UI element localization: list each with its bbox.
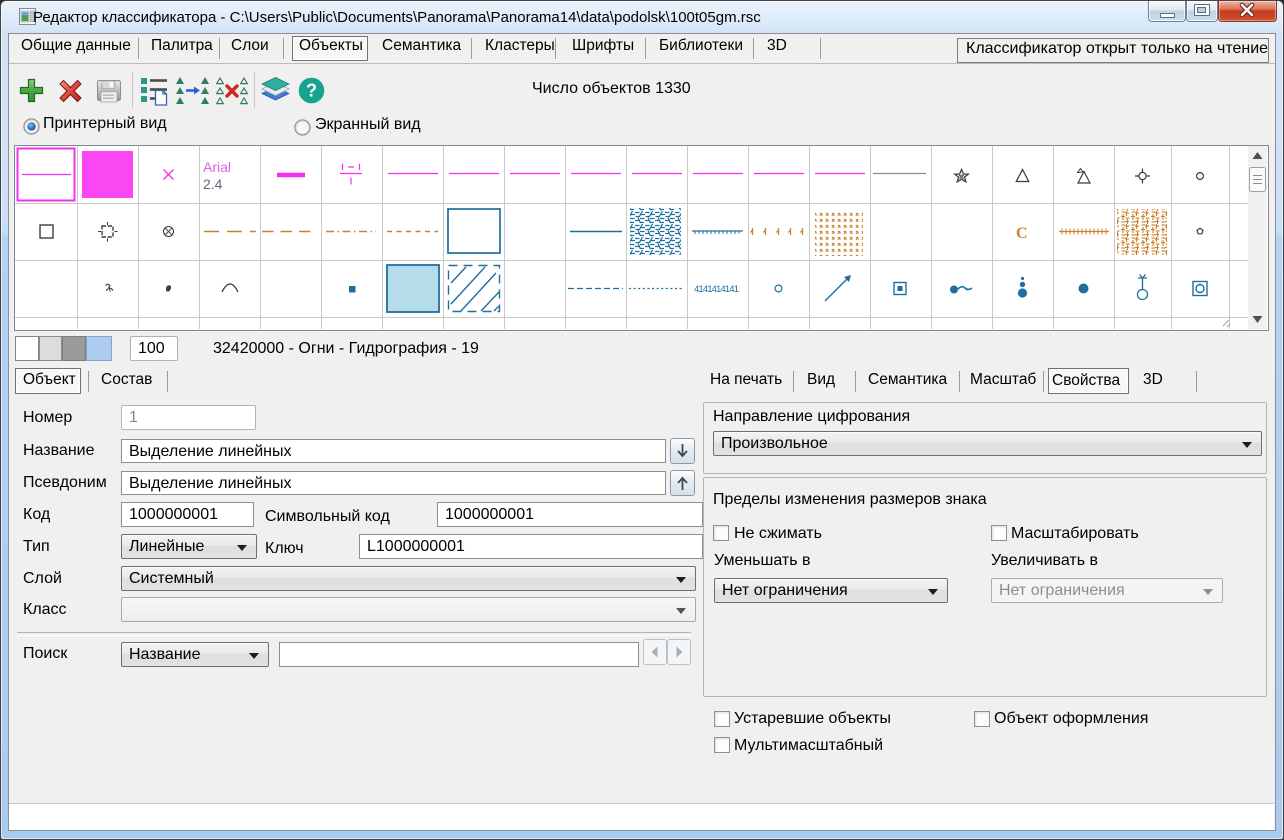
svg-text:C: C [1016, 225, 1028, 242]
svg-text:4141414141: 4141414141 [694, 284, 739, 295]
svg-text:?: ? [306, 81, 317, 101]
svg-text:Arial: Arial [203, 159, 231, 175]
svg-text:2.4: 2.4 [203, 176, 223, 192]
